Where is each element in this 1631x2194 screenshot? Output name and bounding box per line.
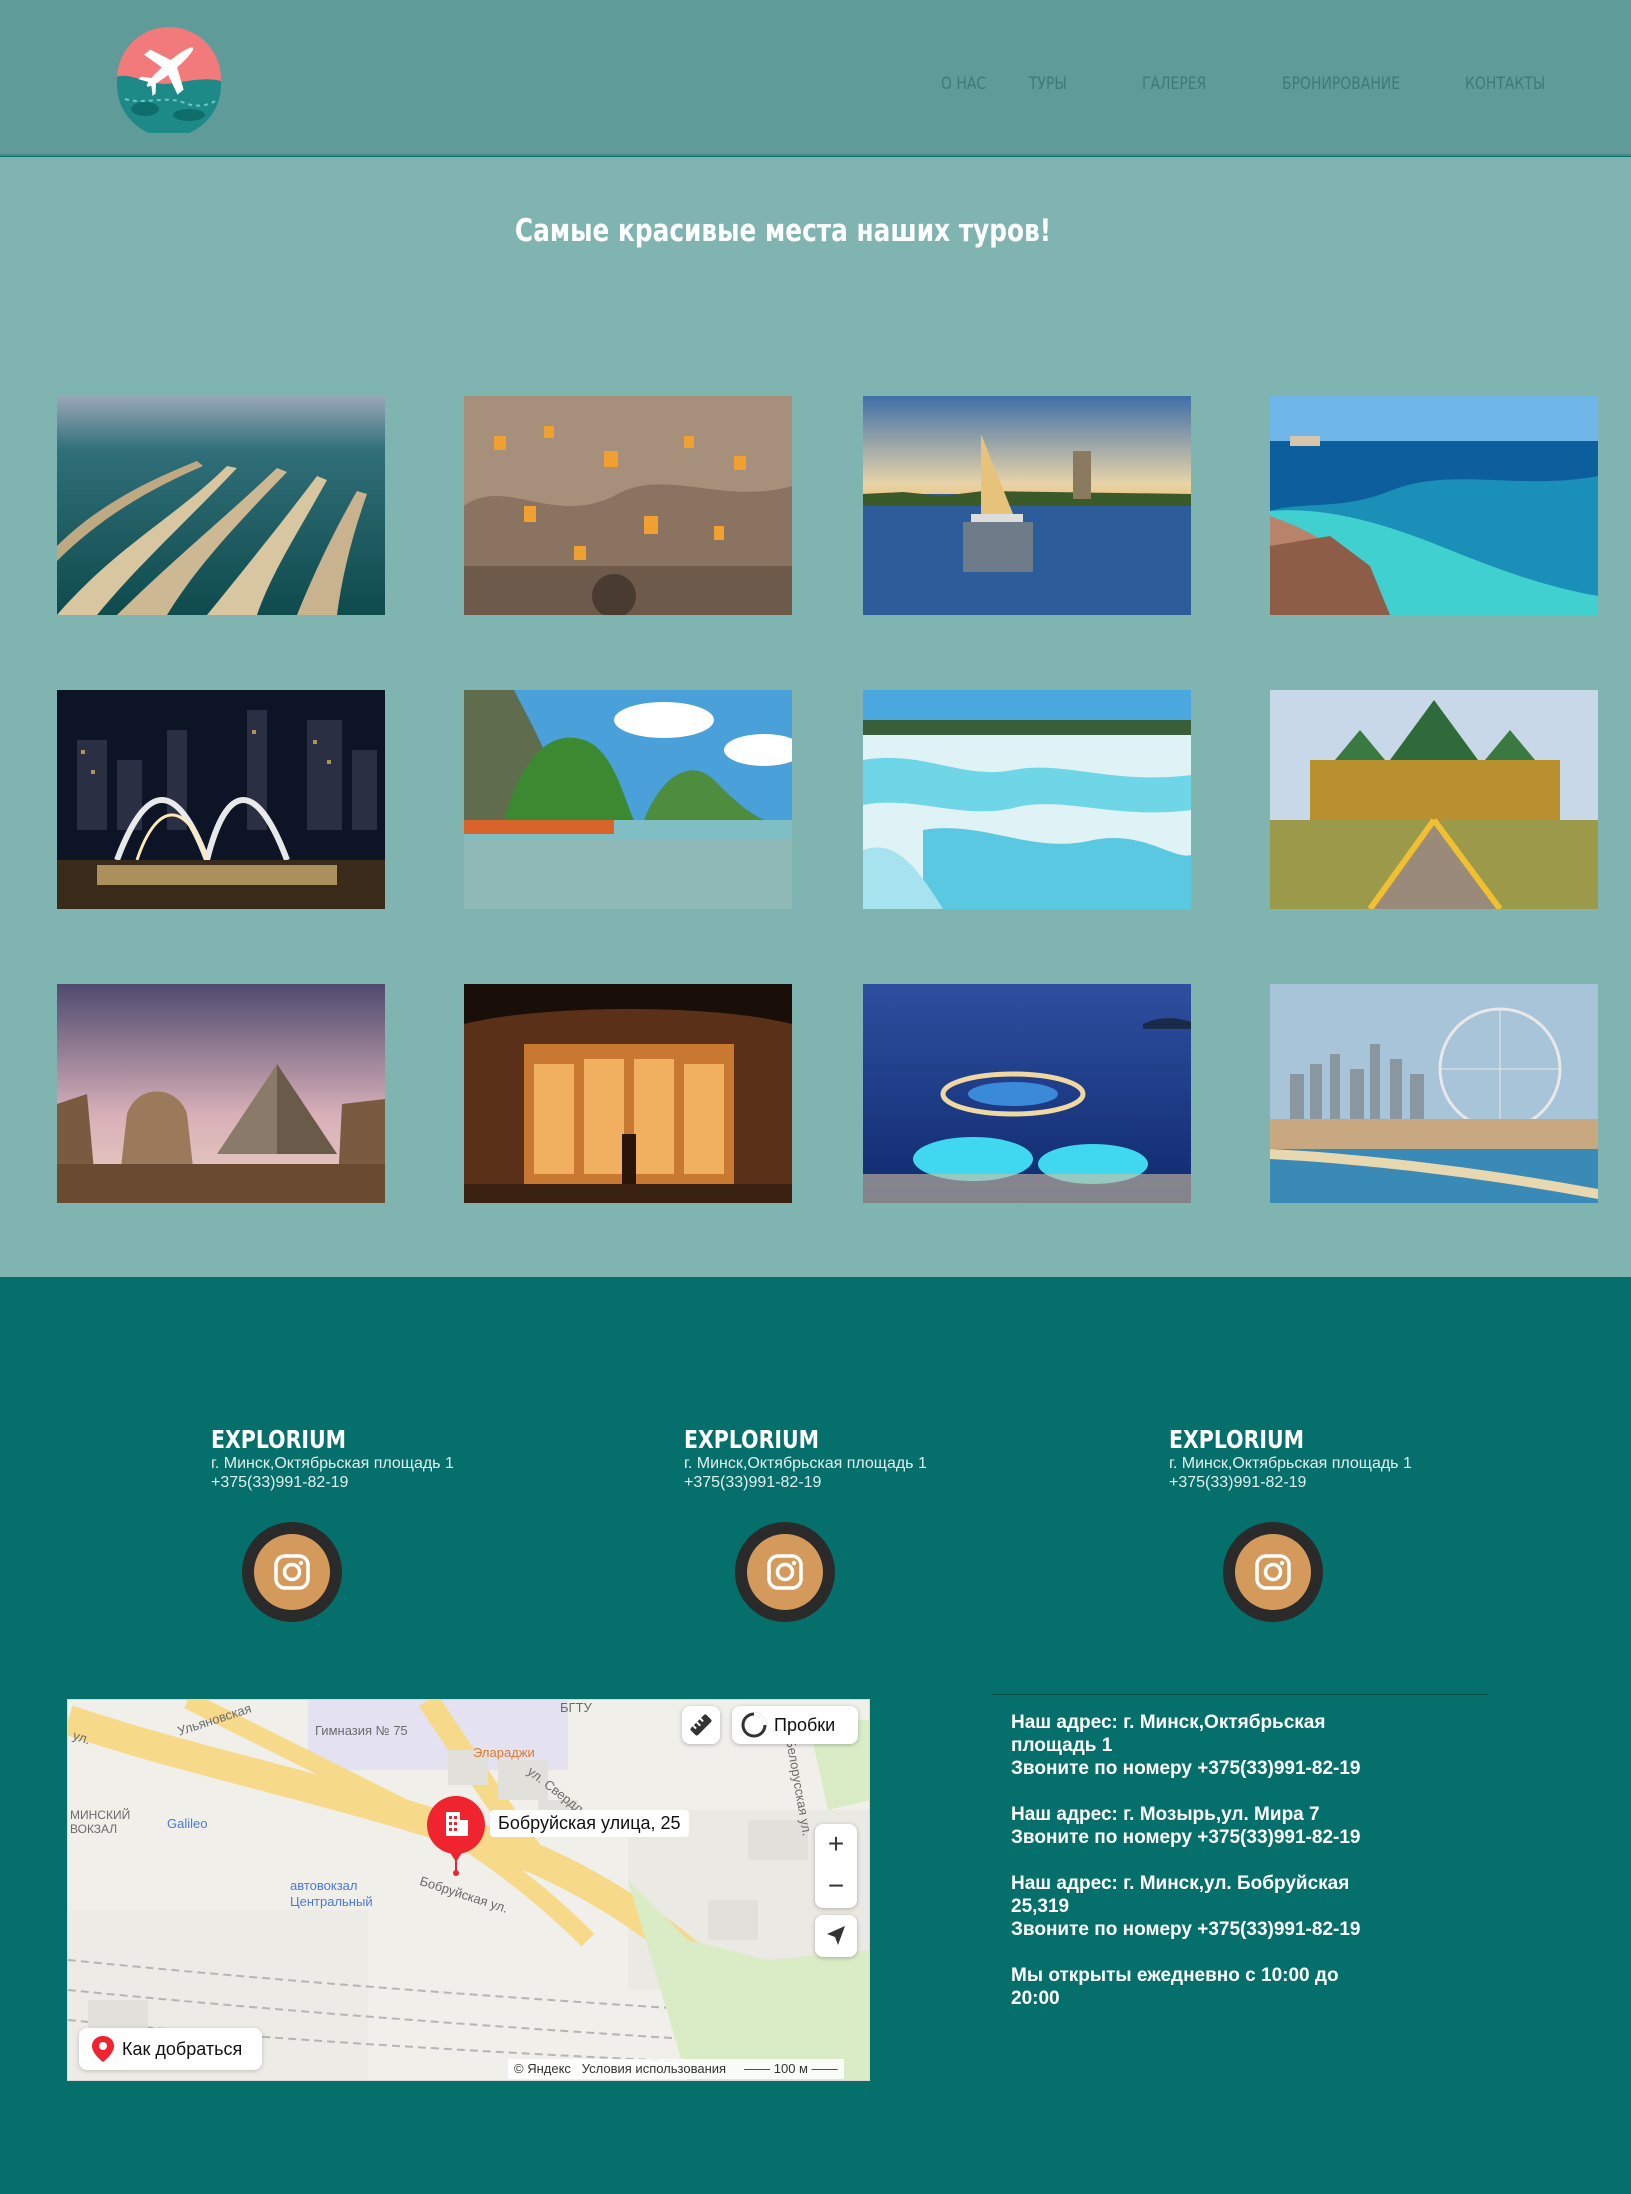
brand-address: г. Минск,Октябрьская площадь 1: [1169, 1455, 1412, 1472]
brand-phone: +375(33)991-82-19: [684, 1474, 822, 1491]
zoom-control: + −: [815, 1824, 857, 1908]
photo-pamukkale[interactable]: [863, 690, 1191, 909]
ruler-button[interactable]: [682, 1706, 720, 1744]
photo-abu-simbel[interactable]: [464, 984, 792, 1203]
gallery-section: Самые красивые места наших туров!: [0, 157, 1631, 1277]
traffic-label: Пробки: [774, 1715, 836, 1735]
map-pin-icon[interactable]: [425, 1796, 487, 1876]
instagram-button-3[interactable]: [1223, 1522, 1323, 1622]
photo-turquoise-coast[interactable]: [1270, 396, 1598, 615]
instagram-button-1[interactable]: [242, 1522, 342, 1622]
yandex-copyright[interactable]: © Яндекс: [514, 2061, 571, 2076]
site-header: О НАС ТУРЫ ГАЛЕРЕЯ БРОНИРОВАНИЕ КОНТАКТЫ: [0, 0, 1631, 156]
opening-hours: Мы открыты ежедневно с 10:00 до 20:00: [1011, 1965, 1339, 2009]
contact-address: Наш адрес: г. Минск,Октябрьская площадь …: [1011, 1712, 1326, 1756]
instagram-icon: [254, 1534, 330, 1610]
nav-booking-link[interactable]: БРОНИРОВАНИЕ: [1282, 74, 1400, 94]
brand-column-2: EXPLORIUM г. Минск,Октябрьская площадь 1…: [684, 1425, 927, 1492]
contact-block-hours: Мы открыты ежедневно с 10:00 до 20:00: [1011, 1964, 1381, 2010]
route-button-label: Как добраться: [122, 2039, 243, 2059]
brand-phone: +375(33)991-82-19: [211, 1474, 349, 1491]
map-label-galileo: Galileo: [167, 1816, 208, 1831]
brand-address: г. Минск,Октябрьская площадь 1: [684, 1455, 927, 1472]
location-arrow-icon: [827, 1926, 845, 1945]
brand-phone: +375(33)991-82-19: [1169, 1474, 1307, 1491]
instagram-icon: [1235, 1534, 1311, 1610]
photo-dubai-fountain[interactable]: [57, 690, 385, 909]
traffic-button[interactable]: Пробки: [732, 1706, 858, 1744]
map-label-elardzhi: Элараджи: [473, 1745, 535, 1760]
photo-cappadocia-caves[interactable]: [464, 396, 792, 615]
contact-phone: Звоните по номеру +375(33)991-82-19: [1011, 1919, 1361, 1940]
map-label-minsk-station: МИНСКИЙ ВОКЗАЛ: [70, 1808, 131, 1836]
map-copyright-bar: © Яндекс Условия использования —— 100 м …: [508, 2059, 844, 2079]
contacts-info: Наш адрес: г. Минск,Октябрьская площадь …: [1011, 1711, 1381, 2033]
map-pin-label: Бобруйская улица, 25: [490, 1810, 689, 1837]
contact-block-1: Наш адрес: г. Минск,Октябрьская площадь …: [1011, 1711, 1381, 1780]
contact-block-2: Наш адрес: г. Мозырь,ул. Мира 7 Звоните …: [1011, 1803, 1381, 1849]
nav-contacts-link[interactable]: КОНТАКТЫ: [1465, 74, 1545, 94]
brand-name: EXPLORIUM: [684, 1425, 820, 1454]
map-label-bus-station: автовокзал Центральный: [290, 1878, 373, 1909]
nav-tours-link[interactable]: ТУРЫ: [1029, 74, 1067, 94]
photo-golden-pagoda[interactable]: [1270, 690, 1598, 909]
route-pin-icon: [92, 2036, 114, 2062]
contact-address: Наш адрес: г. Минск,ул. Бобруйская 25,31…: [1011, 1873, 1350, 1917]
brand-column-1: EXPLORIUM г. Минск,Октябрьская площадь 1…: [211, 1425, 454, 1492]
geolocation-button[interactable]: [815, 1915, 857, 1957]
map-scale: 100 м: [773, 2061, 808, 2076]
traffic-icon: [741, 1712, 767, 1738]
instagram-button-2[interactable]: [735, 1522, 835, 1622]
yandex-map[interactable]: Гимназия № 75 Элараджи БГТУ МИНСКИЙ ВОКЗ…: [67, 1699, 870, 2081]
brand-name: EXPLORIUM: [211, 1425, 347, 1454]
photo-nile-sailboat[interactable]: [863, 396, 1191, 615]
contact-phone: Звоните по номеру +375(33)991-82-19: [1011, 1758, 1361, 1779]
map-label-gymnasium: Гимназия № 75: [315, 1723, 408, 1738]
ruler-icon: [690, 1714, 712, 1736]
contact-phone: Звоните по номеру +375(33)991-82-19: [1011, 1827, 1361, 1848]
contact-block-3: Наш адрес: г. Минск,ул. Бобруйская 25,31…: [1011, 1872, 1381, 1941]
map-label-bgtu: БГТУ: [560, 1700, 592, 1715]
brand-column-3: EXPLORIUM г. Минск,Октябрьская площадь 1…: [1169, 1425, 1412, 1492]
terms-link[interactable]: Условия использования: [582, 2061, 726, 2076]
nav-about-link[interactable]: О НАС: [941, 74, 986, 94]
gallery-title: Самые красивые места наших туров!: [514, 213, 1052, 249]
main-nav: О НАС ТУРЫ ГАЛЕРЕЯ БРОНИРОВАНИЕ КОНТАКТЫ: [0, 74, 1631, 104]
photo-dubai-skyline-wheel[interactable]: [1270, 984, 1598, 1203]
photo-resort-pools[interactable]: [863, 984, 1191, 1203]
brand-name: EXPLORIUM: [1169, 1425, 1305, 1454]
photo-sphinx-pyramids[interactable]: [57, 984, 385, 1203]
zoom-out-button[interactable]: −: [815, 1866, 857, 1908]
photo-thailand-islands[interactable]: [464, 690, 792, 909]
photo-palm-islands[interactable]: [57, 396, 385, 615]
contact-address: Наш адрес: г. Мозырь,ул. Мира 7: [1011, 1804, 1320, 1825]
brand-address: г. Минск,Октябрьская площадь 1: [211, 1455, 454, 1472]
instagram-icon: [747, 1534, 823, 1610]
nav-gallery-link[interactable]: ГАЛЕРЕЯ: [1142, 74, 1206, 94]
zoom-in-button[interactable]: +: [815, 1824, 857, 1866]
contacts-divider: [992, 1694, 1488, 1695]
route-button[interactable]: Как добраться: [79, 2028, 262, 2070]
